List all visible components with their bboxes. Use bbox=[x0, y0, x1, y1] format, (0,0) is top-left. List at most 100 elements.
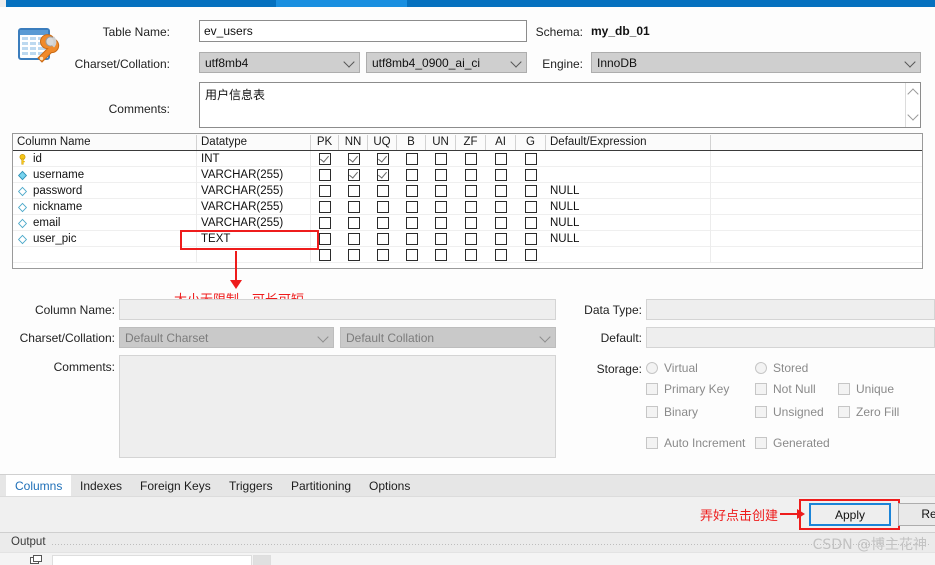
checkbox-pk[interactable] bbox=[319, 233, 331, 245]
checkbox-uq[interactable] bbox=[376, 201, 389, 213]
grid-header-ai[interactable]: AI bbox=[486, 135, 516, 150]
checkbox-ai[interactable] bbox=[495, 169, 507, 181]
checkbox-b[interactable] bbox=[405, 153, 418, 165]
tab-columns[interactable]: Columns bbox=[6, 475, 72, 497]
table-row[interactable]: user_pic TEXT NULL bbox=[13, 231, 922, 247]
detail-column-name-input[interactable] bbox=[119, 299, 556, 320]
output-field[interactable] bbox=[52, 555, 252, 565]
grid-header-g[interactable]: G bbox=[516, 135, 546, 150]
apply-button[interactable]: Apply bbox=[809, 503, 891, 526]
detail-default-input[interactable] bbox=[646, 327, 935, 348]
scroll-down-icon[interactable] bbox=[907, 109, 919, 121]
checkbox-b[interactable] bbox=[405, 249, 418, 261]
cell-default-expression[interactable] bbox=[546, 167, 711, 183]
cell-datatype[interactable] bbox=[197, 247, 311, 263]
cell-column-name[interactable]: password bbox=[13, 183, 197, 199]
grid-header-datatype[interactable]: Datatype bbox=[197, 135, 311, 150]
checkbox-pk[interactable] bbox=[319, 249, 331, 261]
checkbox-un[interactable] bbox=[435, 233, 447, 245]
checkbox-uq[interactable] bbox=[376, 249, 389, 261]
checkbox-ai[interactable] bbox=[495, 201, 507, 213]
checkbox-un[interactable] bbox=[435, 249, 447, 261]
table-row[interactable]: id INT bbox=[13, 151, 922, 167]
table-row[interactable] bbox=[13, 247, 922, 263]
checkbox-nn[interactable] bbox=[347, 201, 360, 213]
tab-partitioning[interactable]: Partitioning bbox=[282, 475, 360, 497]
checkbox-pk[interactable] bbox=[319, 169, 331, 181]
checkbox-nn[interactable] bbox=[347, 153, 360, 165]
checkbox-uq[interactable] bbox=[376, 153, 389, 165]
cell-datatype[interactable]: INT bbox=[197, 151, 311, 167]
checkbox-zf[interactable] bbox=[465, 153, 477, 165]
checkbox-zf[interactable] bbox=[465, 249, 477, 261]
columns-grid[interactable]: Column Name Datatype PK NN UQ B UN ZF AI… bbox=[12, 133, 923, 269]
checkbox-b[interactable] bbox=[405, 233, 418, 245]
detail-collation-select[interactable]: Default Collation bbox=[340, 327, 556, 348]
grid-header-uq[interactable]: UQ bbox=[368, 135, 397, 150]
checkbox-g[interactable] bbox=[525, 153, 537, 165]
checkbox-ai[interactable] bbox=[495, 217, 507, 229]
detail-comments-textarea[interactable] bbox=[119, 355, 556, 458]
output-panel-header[interactable]: Output bbox=[0, 532, 935, 552]
charset-select[interactable]: utf8mb4 bbox=[199, 52, 360, 73]
checkbox-b[interactable] bbox=[405, 185, 418, 197]
detail-data-type-input[interactable] bbox=[646, 299, 935, 320]
cell-datatype[interactable]: VARCHAR(255) bbox=[197, 167, 311, 183]
active-tab-indicator[interactable] bbox=[276, 0, 407, 7]
cell-default-expression[interactable]: NULL bbox=[546, 199, 711, 215]
cell-default-expression[interactable] bbox=[546, 247, 711, 263]
checkbox-zf[interactable] bbox=[465, 169, 477, 181]
tab-options[interactable]: Options bbox=[360, 475, 419, 497]
checkbox-un[interactable] bbox=[435, 185, 447, 197]
checkbox-g[interactable] bbox=[525, 201, 537, 213]
scroll-up-icon[interactable] bbox=[907, 88, 919, 100]
checkbox-nn[interactable] bbox=[347, 185, 360, 197]
checkbox-un[interactable] bbox=[435, 153, 447, 165]
table-row[interactable]: password VARCHAR(255) NULL bbox=[13, 183, 922, 199]
detail-charset-select[interactable]: Default Charset bbox=[119, 327, 334, 348]
cell-default-expression[interactable] bbox=[546, 151, 711, 167]
checkbox-b[interactable] bbox=[405, 201, 418, 213]
checkbox-uq[interactable] bbox=[376, 217, 389, 229]
checkbox-zf[interactable] bbox=[465, 201, 477, 213]
checkbox-uq[interactable] bbox=[376, 233, 389, 245]
grid-header-column-name[interactable]: Column Name bbox=[13, 135, 197, 150]
tab-indexes[interactable]: Indexes bbox=[71, 475, 131, 497]
checkbox-ai[interactable] bbox=[495, 233, 507, 245]
table-row[interactable]: username VARCHAR(255) bbox=[13, 167, 922, 183]
checkbox-uq[interactable] bbox=[376, 169, 389, 181]
checkbox-nn[interactable] bbox=[347, 249, 360, 261]
checkbox-nn[interactable] bbox=[347, 217, 360, 229]
checkbox-uq[interactable] bbox=[376, 185, 389, 197]
checkbox-ai[interactable] bbox=[495, 153, 507, 165]
comments-scrollbar[interactable] bbox=[905, 83, 920, 127]
checkbox-zf[interactable] bbox=[465, 233, 477, 245]
checkbox-zf[interactable] bbox=[465, 185, 477, 197]
checkbox-un[interactable] bbox=[435, 169, 447, 181]
checkbox-zf[interactable] bbox=[465, 217, 477, 229]
checkbox-nn[interactable] bbox=[347, 169, 360, 181]
cell-datatype[interactable]: TEXT bbox=[197, 231, 311, 247]
table-name-input[interactable] bbox=[199, 20, 527, 42]
checkbox-nn[interactable] bbox=[347, 233, 360, 245]
checkbox-un[interactable] bbox=[435, 217, 447, 229]
cell-datatype[interactable]: VARCHAR(255) bbox=[197, 199, 311, 215]
checkbox-ai[interactable] bbox=[495, 249, 507, 261]
checkbox-pk[interactable] bbox=[319, 217, 331, 229]
cell-column-name[interactable] bbox=[13, 247, 197, 263]
checkbox-g[interactable] bbox=[525, 217, 537, 229]
engine-select[interactable]: InnoDB bbox=[591, 52, 921, 73]
tab-foreign-keys[interactable]: Foreign Keys bbox=[131, 475, 220, 497]
grid-header-pk[interactable]: PK bbox=[311, 135, 339, 150]
revert-button[interactable]: Revert bbox=[898, 503, 935, 526]
cell-column-name[interactable]: user_pic bbox=[13, 231, 197, 247]
cell-default-expression[interactable]: NULL bbox=[546, 215, 711, 231]
table-row[interactable]: email VARCHAR(255) NULL bbox=[13, 215, 922, 231]
checkbox-g[interactable] bbox=[525, 249, 537, 261]
checkbox-b[interactable] bbox=[405, 169, 418, 181]
tab-triggers[interactable]: Triggers bbox=[220, 475, 282, 497]
checkbox-g[interactable] bbox=[525, 233, 537, 245]
checkbox-un[interactable] bbox=[435, 201, 447, 213]
grid-header-b[interactable]: B bbox=[397, 135, 426, 150]
cell-column-name[interactable]: username bbox=[13, 167, 197, 183]
